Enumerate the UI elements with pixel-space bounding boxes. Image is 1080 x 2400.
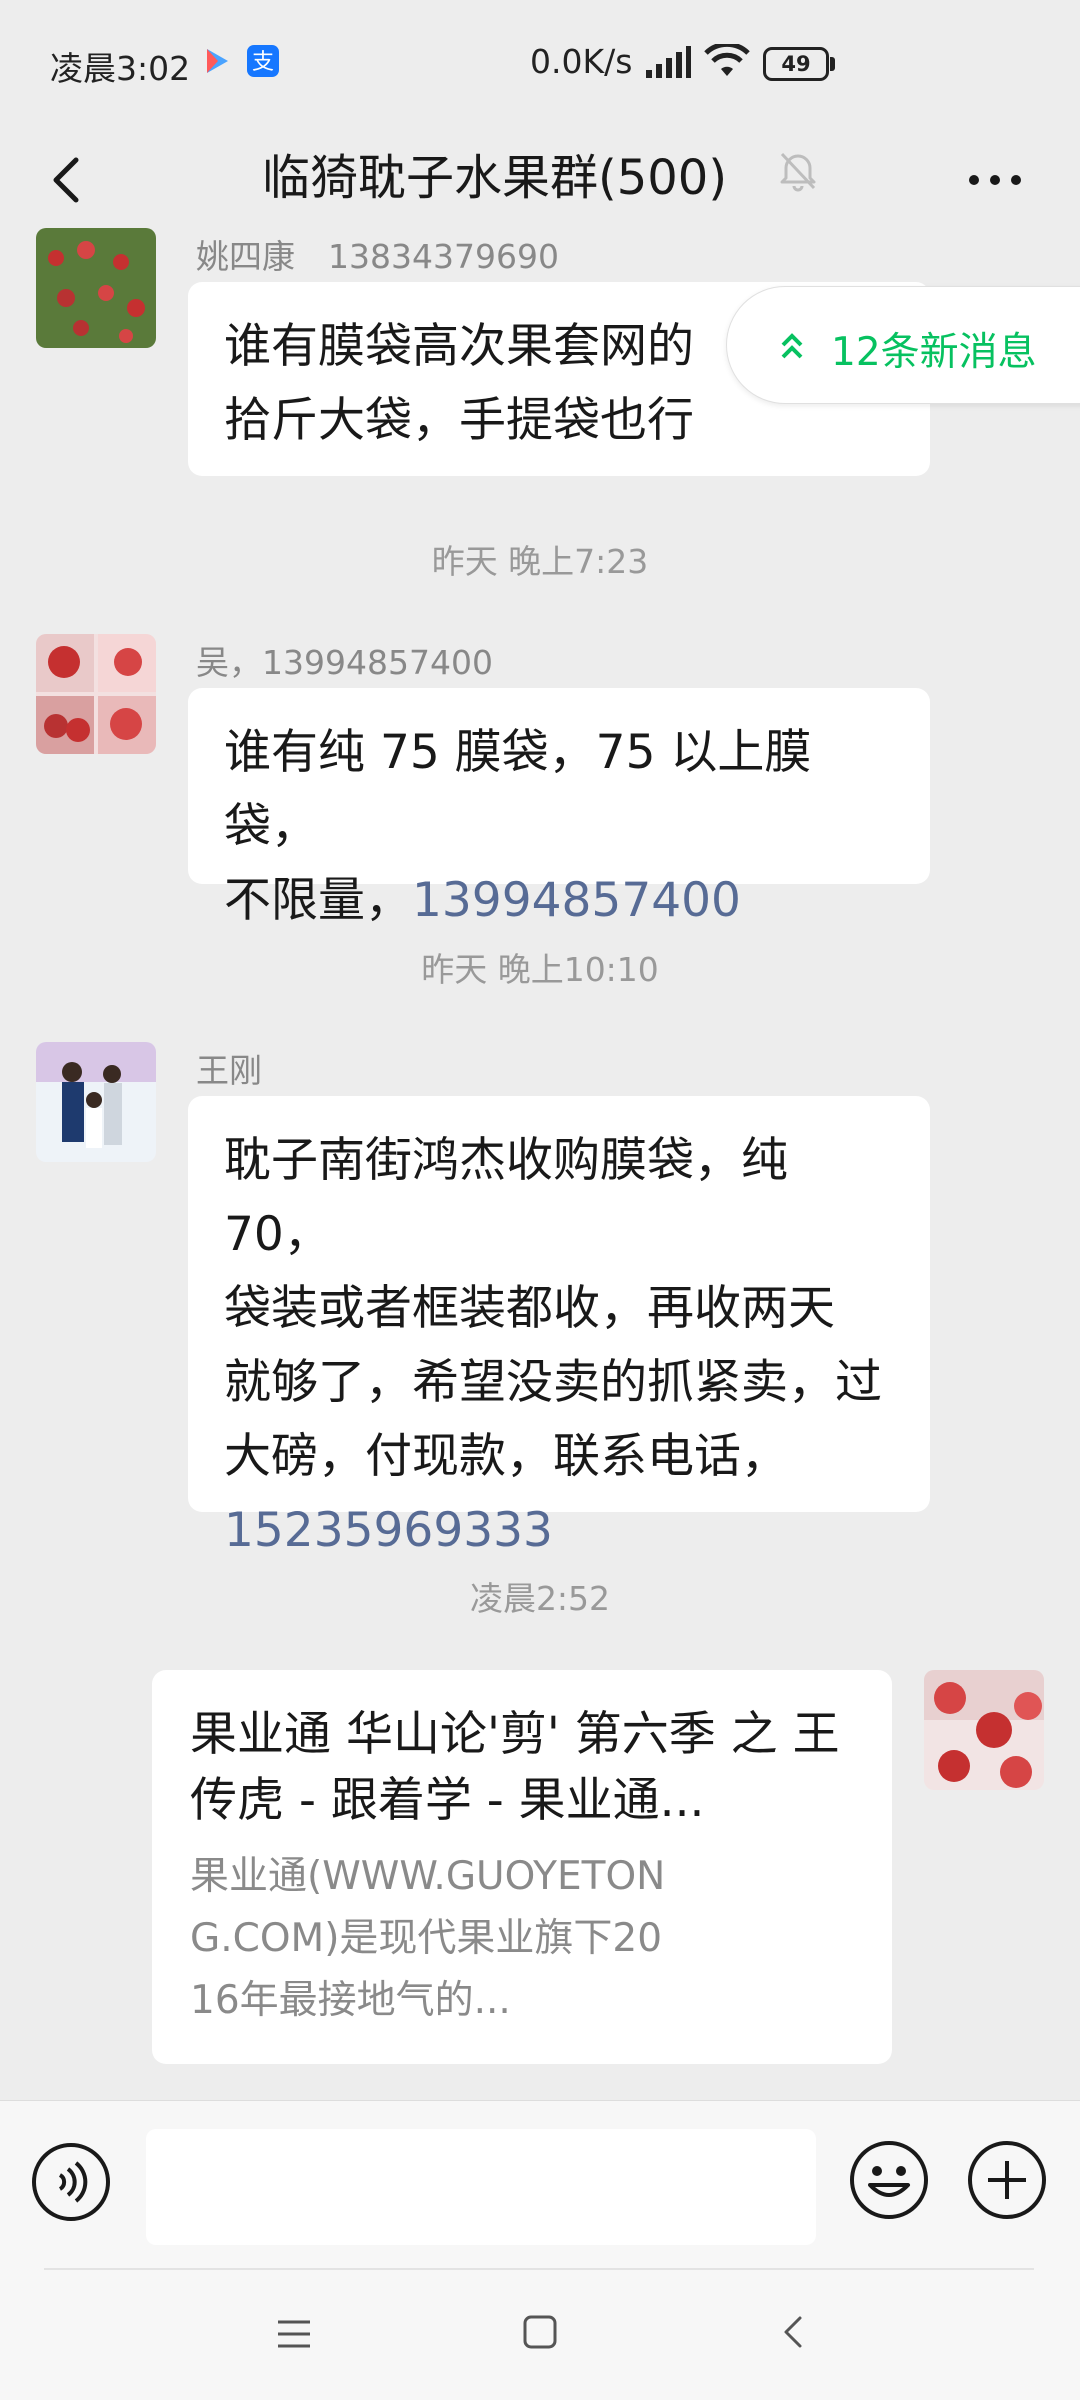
status-time: 凌晨3:02 — [50, 49, 191, 88]
avatar[interactable] — [36, 1042, 156, 1162]
sender-name: 王刚 — [196, 1051, 262, 1090]
phone-number-link[interactable]: 13994857400 — [412, 873, 741, 928]
message-text: 谁有纯 75 膜袋，75 以上膜袋， — [224, 725, 812, 854]
home-icon[interactable] — [522, 2314, 558, 2350]
new-messages-label: 12条新消息 — [831, 330, 1037, 375]
divider — [44, 2268, 1034, 2270]
avatar-family-photo — [36, 1042, 156, 1162]
avatar-apples-grid — [36, 634, 156, 754]
signal-icon — [646, 46, 691, 78]
sender-name: 吴，13994857400 — [196, 643, 493, 682]
menu-icon[interactable] — [276, 2316, 312, 2352]
input-bar — [0, 2100, 1080, 2270]
timestamp: 昨天 晚上7:23 — [431, 542, 649, 581]
avatar[interactable] — [36, 634, 156, 754]
video-app-icon — [207, 49, 228, 73]
link-card[interactable]: 果业通 华山论'剪' 第六季 之 王传虎 - 跟着学 - 果业通... 果业通(… — [152, 1670, 892, 2064]
emoji-icon[interactable] — [848, 2139, 930, 2221]
new-messages-button[interactable]: 12条新消息 — [726, 286, 1080, 404]
battery-tip — [830, 57, 835, 71]
my-avatar[interactable] — [924, 1670, 1044, 1790]
message-text: 耽子南街鸿杰收购膜袋，纯 70， 袋装或者框装都收，再收两天 就够了，希望没卖的… — [224, 1133, 882, 1484]
message-input[interactable] — [146, 2129, 816, 2245]
more-dots-icon[interactable] — [960, 140, 1030, 220]
phone-number-link[interactable]: 15235969333 — [224, 1503, 553, 1558]
chat-header: 临猗耽子水果群(500) — [0, 130, 1080, 238]
alipay-icon: 支 — [247, 45, 279, 77]
wifi-icon — [704, 44, 750, 76]
message-text: 不限量， — [224, 873, 412, 928]
avatar[interactable] — [36, 228, 156, 348]
battery-icon: 49 — [763, 47, 829, 81]
avatar-apples-box — [924, 1670, 1044, 1790]
double-chevron-up-icon — [781, 333, 803, 359]
message-bubble[interactable]: 耽子南街鸿杰收购膜袋，纯 70， 袋装或者框装都收，再收两天 就够了，希望没卖的… — [188, 1096, 930, 1558]
chat-title: 临猗耽子水果群(500) — [262, 150, 728, 206]
sender-name: 姚四康 13834379690 — [196, 237, 559, 276]
link-card-description: 果业通(WWW.GUOYETONG.COM)是现代果业旗下2016年最接地气的.… — [190, 1854, 666, 2023]
mute-bell-icon — [780, 152, 816, 192]
back-arrow-icon[interactable] — [40, 140, 100, 220]
svg-text:支: 支 — [252, 50, 274, 75]
timestamp: 凌晨2:52 — [469, 1579, 611, 1618]
status-bar: 凌晨3:02 支 0.0K/s 49 — [0, 0, 1080, 130]
network-speed: 0.0K/s — [530, 42, 633, 81]
link-card-title: 果业通 华山论'剪' 第六季 之 王传虎 - 跟着学 - 果业通... — [190, 1707, 840, 1828]
voice-icon[interactable] — [30, 2141, 112, 2223]
back-icon[interactable] — [776, 2312, 812, 2352]
plus-icon[interactable] — [966, 2139, 1048, 2221]
avatar-apple-tree — [36, 228, 156, 348]
timestamp: 昨天 晚上10:10 — [421, 950, 659, 989]
message-bubble[interactable]: 谁有纯 75 膜袋，75 以上膜袋， 不限量，13994857400 — [188, 688, 930, 928]
